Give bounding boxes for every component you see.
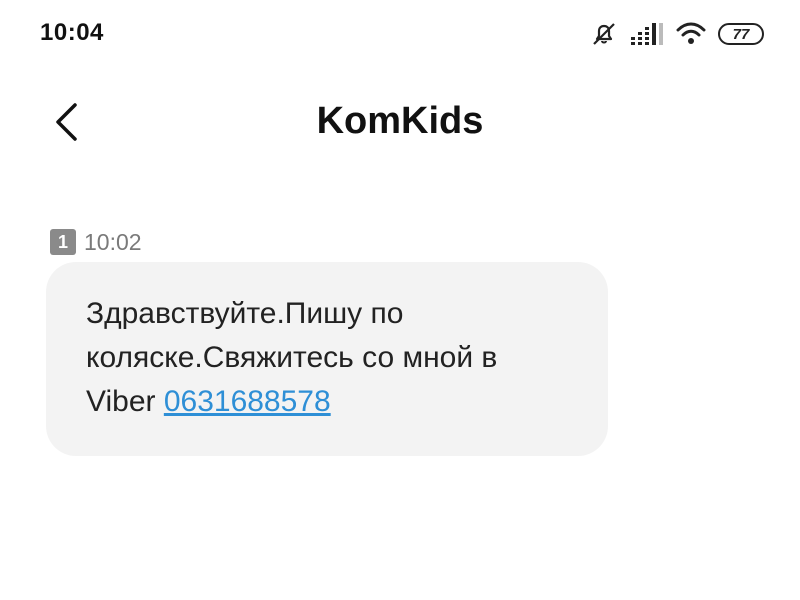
phone-number-link[interactable]: 0631688578 [164,385,331,418]
status-time: 10:04 [40,19,104,46]
conversation-header: KomKids [0,90,800,160]
message-bubble[interactable]: Здравствуйте.Пишу по коляске.Свяжитесь с… [46,262,608,456]
wifi-icon [676,21,706,47]
message-time: 10:02 [84,228,142,255]
message-text-line-2: коляске.Свяжитесь со мной в [86,341,498,374]
battery-icon: 77 [718,23,764,45]
sim-card-icon: 1 [50,229,76,255]
mute-icon [590,20,618,48]
status-icons: 77 [590,20,764,48]
message-meta: 1 10:02 [50,228,142,256]
signal-icon [630,21,664,47]
contact-title: KomKids [316,100,484,142]
message-text: Здравствуйте.Пишу по коляске.Свяжитесь с… [86,292,568,424]
sms-conversation-screen: 10:04 77 KomKids 1 10:02 Здравствуйте.Пи… [0,0,800,600]
message-text-line-1: Здравствуйте.Пишу по [86,297,404,330]
battery-level: 77 [732,25,750,43]
status-bar: 10:04 77 [0,0,800,66]
message-text-line-3-prefix: Viber [86,385,164,418]
